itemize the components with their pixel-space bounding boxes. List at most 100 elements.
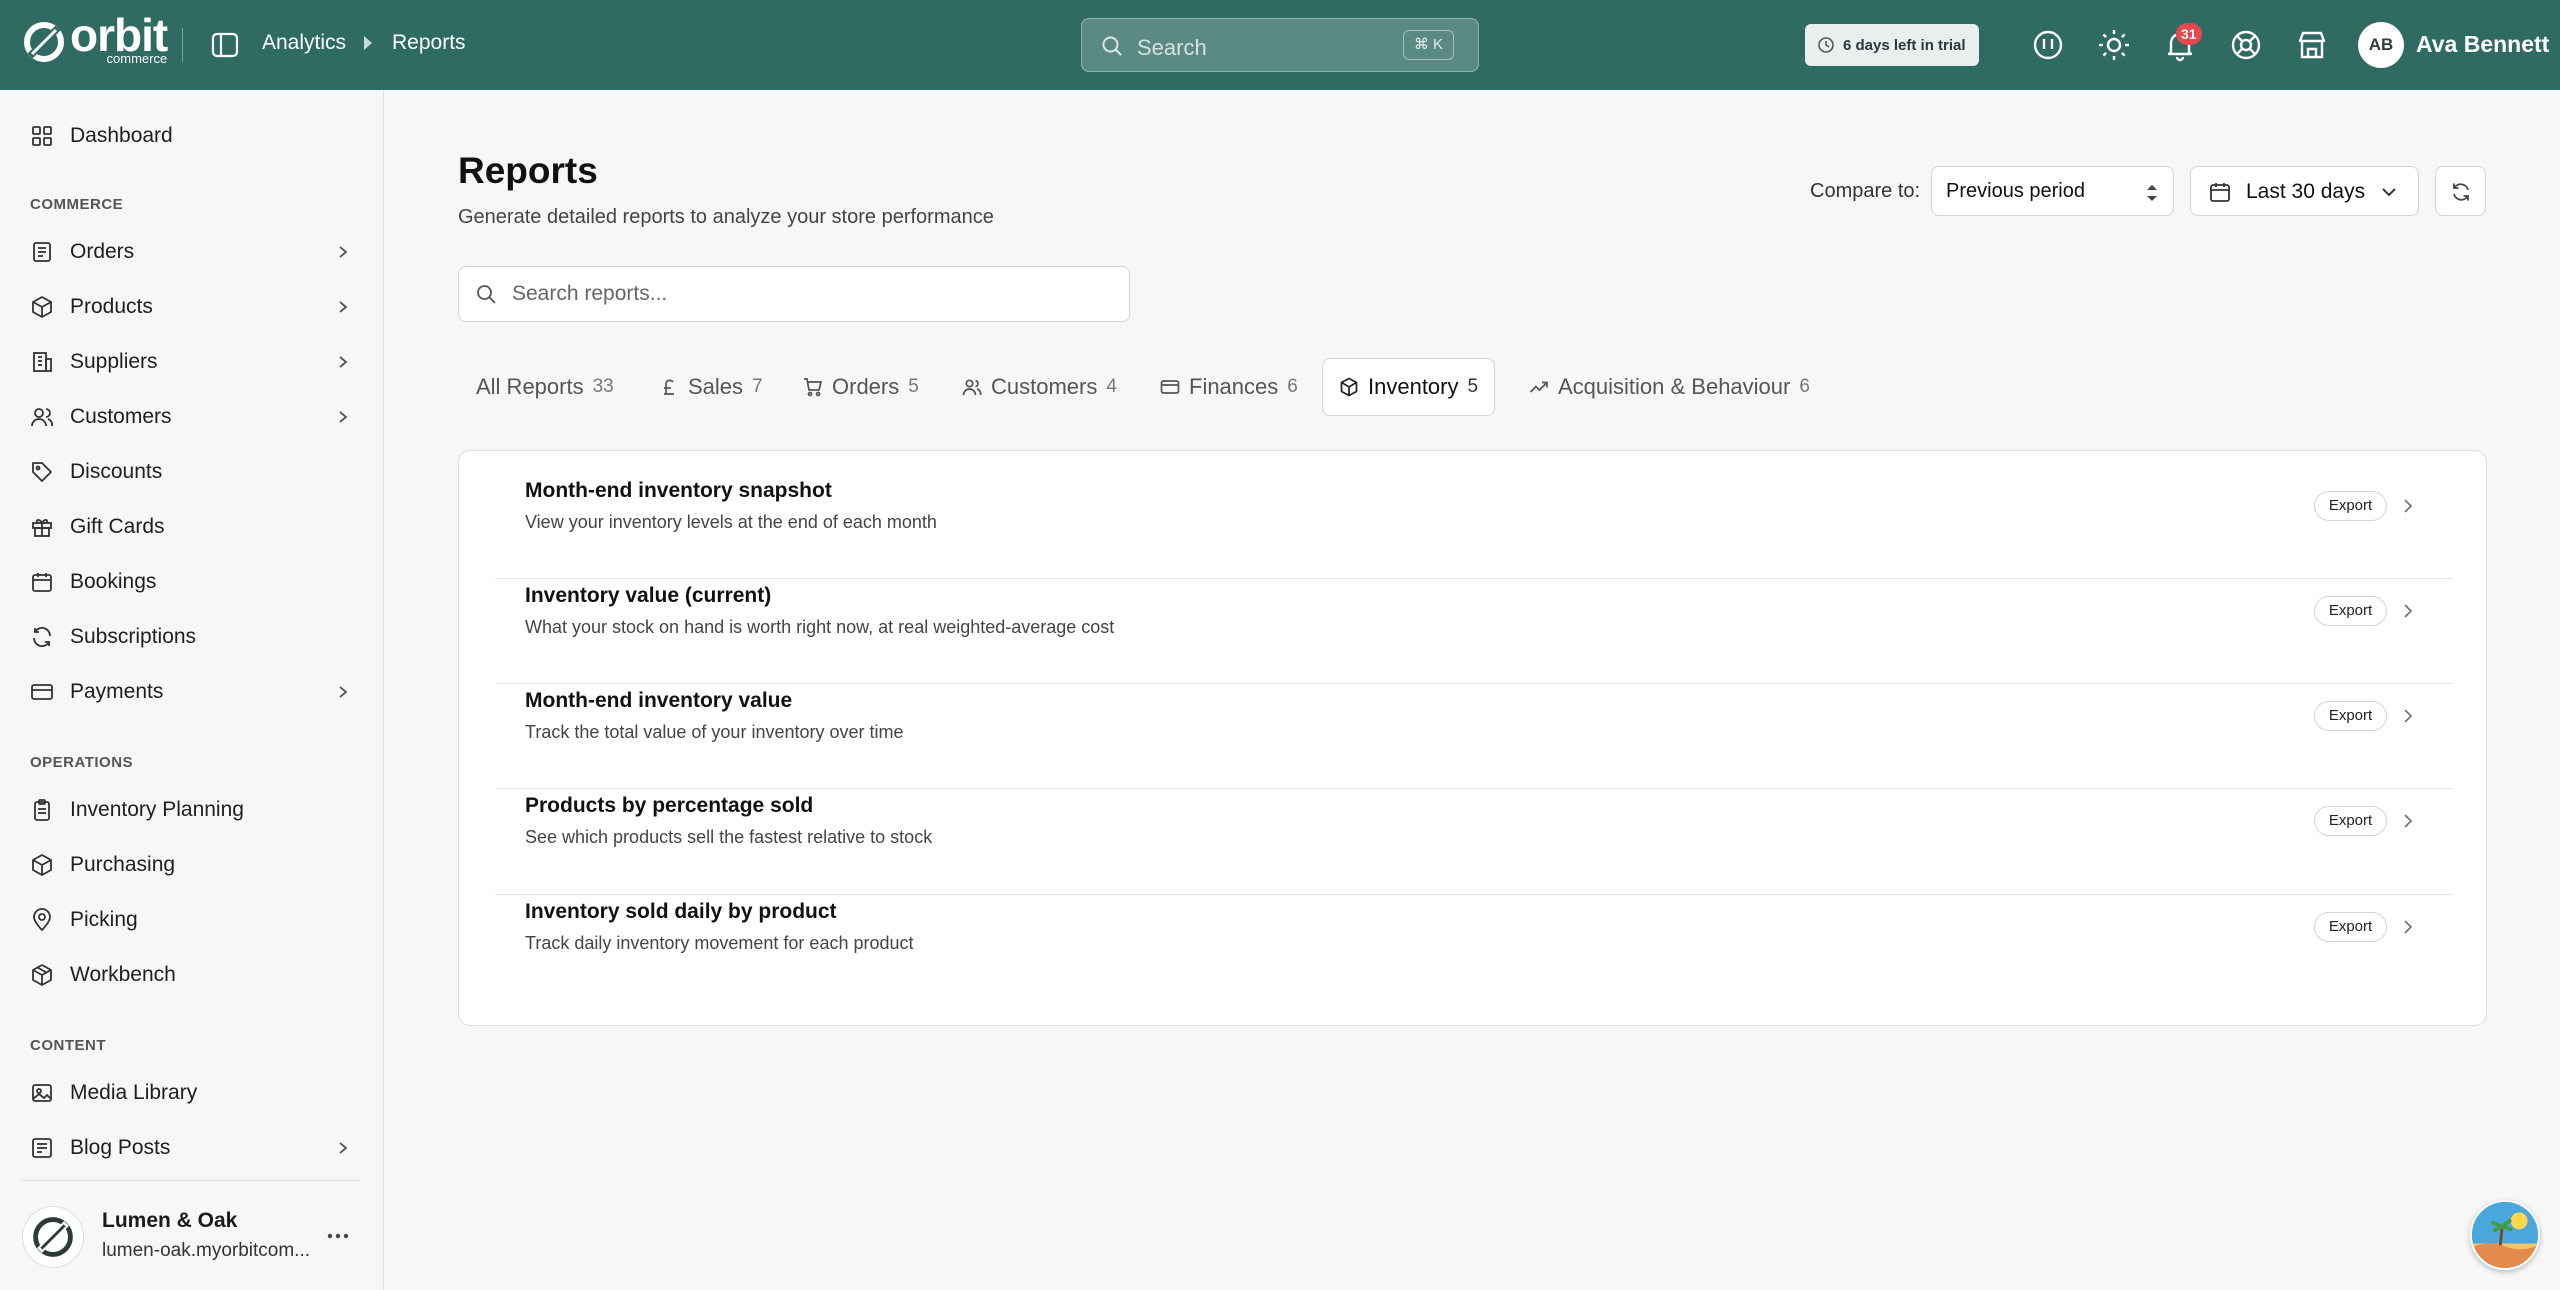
- sidebar: Dashboard COMMERCE Orders Products Suppl…: [0, 90, 384, 1290]
- tab-all-reports[interactable]: All Reports 33: [460, 358, 630, 416]
- tab-label: Finances: [1189, 374, 1279, 399]
- sidebar-item-gift-cards[interactable]: Gift Cards: [0, 502, 384, 552]
- avatar[interactable]: AB: [2358, 22, 2404, 68]
- feedback-icon[interactable]: [2030, 27, 2066, 63]
- date-range-button[interactable]: Last 30 days: [2190, 166, 2419, 216]
- report-title: Inventory value (current): [525, 584, 772, 607]
- section-label-operations: OPERATIONS: [30, 754, 134, 771]
- sidebar-item-suppliers[interactable]: Suppliers: [0, 337, 384, 387]
- sidebar-item-media-library[interactable]: Media Library: [0, 1068, 384, 1118]
- trial-badge[interactable]: 6 days left in trial: [1805, 24, 1979, 66]
- store-icon[interactable]: [2294, 27, 2330, 63]
- report-search[interactable]: [458, 266, 1130, 322]
- users-icon: [962, 379, 982, 396]
- sidebar-item-bookings[interactable]: Bookings: [0, 557, 384, 607]
- sidebar-item-label: Payments: [70, 680, 164, 703]
- sidebar-item-purchasing[interactable]: Purchasing: [0, 840, 384, 890]
- sidebar-item-discounts[interactable]: Discounts: [0, 447, 384, 497]
- tag-icon: [32, 462, 52, 482]
- tab-count: 5: [908, 376, 919, 397]
- breadcrumb-section[interactable]: Analytics: [262, 31, 346, 55]
- tab-count: 6: [1287, 376, 1298, 397]
- search-placeholder: Search: [1137, 35, 1207, 60]
- breadcrumb-separator-icon: [364, 36, 372, 50]
- report-row-month-end-inventory-value[interactable]: Month-end inventory value Track the tota…: [495, 661, 2453, 766]
- report-row-inventory-sold-daily-by-product[interactable]: Inventory sold daily by product Track da…: [495, 872, 2453, 977]
- export-button[interactable]: Export: [2314, 491, 2387, 521]
- tab-label: Customers: [991, 374, 1098, 399]
- tab-label: Inventory: [1368, 374, 1459, 399]
- tab-count: 4: [1106, 376, 1117, 397]
- sidebar-item-workbench[interactable]: Workbench: [0, 950, 384, 1000]
- chevron-right-icon: [339, 1142, 348, 1154]
- export-button[interactable]: Export: [2314, 912, 2387, 942]
- report-search-input[interactable]: [512, 277, 1112, 311]
- sidebar-item-payments[interactable]: Payments: [0, 667, 384, 717]
- sidebar-item-blog-posts[interactable]: Blog Posts: [0, 1123, 384, 1173]
- chevron-right-icon: [339, 356, 348, 368]
- select-arrows-icon: [2147, 185, 2157, 201]
- user-name[interactable]: Ava Bennett: [2416, 31, 2549, 58]
- sidebar-item-products[interactable]: Products: [0, 282, 384, 332]
- image-icon: [32, 1084, 52, 1102]
- more-options-icon[interactable]: [325, 1226, 351, 1246]
- sun-icon[interactable]: [2096, 27, 2132, 63]
- export-button[interactable]: Export: [2314, 806, 2387, 836]
- chevron-right-icon: [2404, 920, 2413, 934]
- sidebar-item-dashboard[interactable]: Dashboard: [0, 111, 384, 161]
- chevron-right-icon: [339, 411, 348, 423]
- sidebar-item-label: Suppliers: [70, 350, 158, 373]
- tab-count: 5: [1467, 376, 1479, 397]
- report-row-inventory-value-current[interactable]: Inventory value (current) What your stoc…: [495, 556, 2453, 661]
- help-icon[interactable]: [2228, 27, 2264, 63]
- top-bar: orbit commerce Analytics Reports Search …: [0, 0, 2560, 90]
- tab-orders[interactable]: Orders 5: [787, 358, 935, 416]
- section-label-content: CONTENT: [30, 1037, 106, 1054]
- store-logo-icon[interactable]: [22, 1206, 84, 1268]
- sidebar-item-subscriptions[interactable]: Subscriptions: [0, 612, 384, 662]
- report-title: Inventory sold daily by product: [525, 900, 837, 923]
- calendar-icon: [2210, 183, 2230, 202]
- report-description: Track daily inventory movement for each …: [525, 933, 914, 953]
- search-icon: [477, 285, 496, 304]
- sidebar-item-orders[interactable]: Orders: [0, 227, 384, 277]
- compare-select[interactable]: Previous period: [1931, 166, 2174, 216]
- tab-customers[interactable]: Customers 4: [946, 358, 1133, 416]
- tab-label: Sales: [688, 374, 744, 399]
- topbar-divider: [182, 28, 183, 62]
- sidebar-item-customers[interactable]: Customers: [0, 392, 384, 442]
- clock-icon: [1818, 37, 1834, 53]
- blog-icon: [32, 1138, 52, 1158]
- report-row-products-by-percentage-sold[interactable]: Products by percentage sold See which pr…: [495, 766, 2453, 871]
- store-name: Lumen & Oak: [102, 1209, 238, 1232]
- breadcrumb-page: Reports: [392, 31, 466, 54]
- report-title: Products by percentage sold: [525, 794, 814, 817]
- tab-count: 7: [752, 376, 763, 397]
- report-row-month-end-inventory-snapshot[interactable]: Month-end inventory snapshot View your i…: [495, 451, 2453, 556]
- tab-finances[interactable]: Finances 6: [1144, 358, 1314, 416]
- sidebar-item-label: Products: [70, 295, 153, 318]
- sidebar-item-picking[interactable]: Picking: [0, 895, 384, 945]
- search-icon: [1102, 36, 1122, 56]
- sidebar-item-label: Customers: [70, 405, 172, 428]
- store-url: lumen-oak.myorbitcom...: [102, 1240, 311, 1261]
- assistant-launcher-icon[interactable]: [2470, 1200, 2540, 1270]
- tab-acquisition-behaviour[interactable]: Acquisition & Behaviour 6: [1513, 358, 1826, 416]
- chevron-right-icon: [2404, 814, 2413, 828]
- refresh-button[interactable]: [2435, 166, 2486, 216]
- global-search[interactable]: Search ⌘ K: [1081, 18, 1479, 72]
- sidebar-toggle-icon[interactable]: [210, 30, 240, 60]
- export-button[interactable]: Export: [2314, 596, 2387, 626]
- sidebar-item-inventory-planning[interactable]: Inventory Planning: [0, 785, 384, 835]
- sidebar-item-label: Bookings: [70, 570, 157, 593]
- tab-sales[interactable]: Sales 7: [643, 358, 779, 416]
- sidebar-item-label: Blog Posts: [70, 1136, 171, 1159]
- reports-list: Month-end inventory snapshot View your i…: [458, 450, 2487, 1026]
- clipboard-icon: [34, 799, 50, 821]
- sidebar-item-label: Gift Cards: [70, 515, 165, 538]
- dashboard-icon: [32, 126, 52, 146]
- brand-logo[interactable]: orbit commerce: [22, 12, 168, 65]
- export-button[interactable]: Export: [2314, 701, 2387, 731]
- repeat-icon: [33, 626, 51, 648]
- tab-inventory[interactable]: Inventory 5: [1322, 358, 1496, 416]
